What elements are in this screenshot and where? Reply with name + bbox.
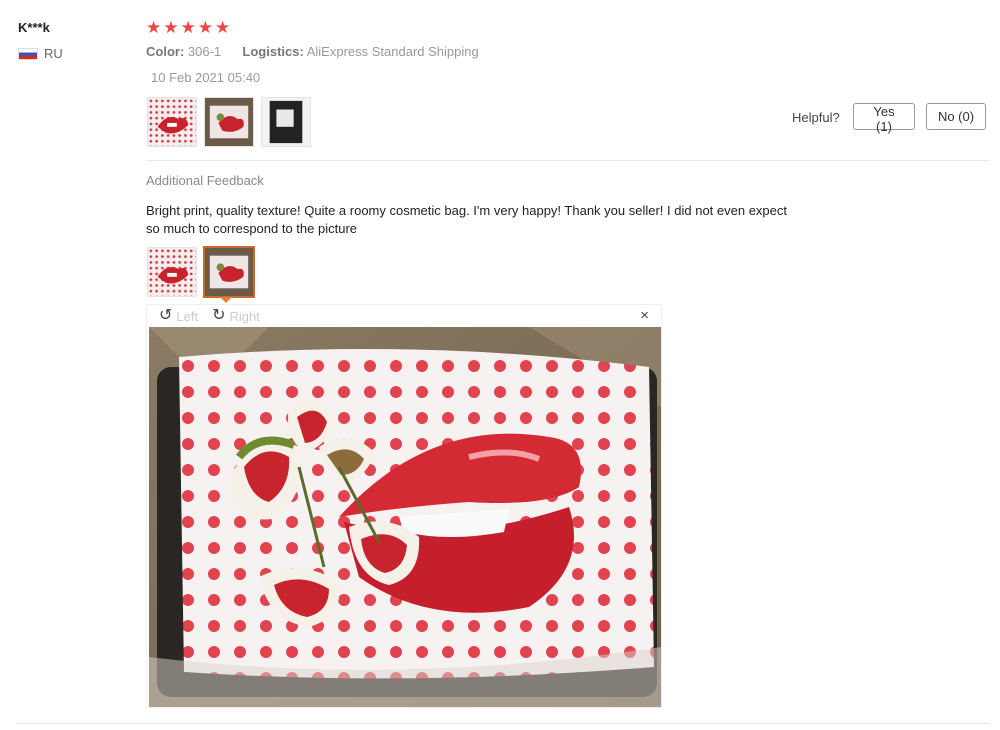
selected-thumbnail-caret (220, 297, 232, 303)
divider (146, 160, 990, 161)
image-viewer: ↺ Left ↻ Right × (146, 304, 662, 708)
enlarged-review-photo (149, 327, 661, 707)
star-icon: ★ (146, 18, 162, 37)
helpful-label: Helpful? (792, 110, 840, 125)
feedback-text-line: Bright print, quality texture! Quite a r… (146, 203, 787, 218)
star-rating: ★ ★ ★ ★ ★ (146, 18, 230, 38)
helpful-yes-button[interactable]: Yes (1) (853, 103, 915, 134)
reviewer-country: RU (18, 46, 63, 61)
rotate-right-icon: ↻ (212, 307, 226, 324)
review-photo-thumbnail[interactable] (147, 97, 197, 147)
viewer-toolbar: ↺ Left ↻ Right × (147, 305, 661, 327)
feedback-photo-thumbnail[interactable] (147, 247, 197, 297)
review-photo-thumbnail[interactable] (261, 97, 311, 147)
additional-feedback-title: Additional Feedback (146, 173, 264, 188)
rotate-right-label: Right (229, 308, 260, 324)
review-date: 10 Feb 2021 05:40 (151, 70, 261, 85)
rotate-left-button[interactable]: ↺ Left (159, 308, 198, 324)
russia-flag-icon (18, 47, 38, 60)
close-icon[interactable]: × (640, 307, 649, 324)
rotate-left-icon: ↺ (159, 307, 173, 324)
order-meta: Color: 306-1 Logistics: AliExpress Stand… (146, 44, 479, 59)
reviewer-name: K***k (18, 20, 50, 35)
star-icon: ★ (215, 18, 231, 37)
rotate-right-button[interactable]: ↻ Right (212, 308, 260, 324)
feedback-text-line: so much to correspond to the picture (146, 221, 358, 236)
additional-feedback-text: Bright print, quality texture! Quite a r… (146, 202, 851, 238)
feedback-photo-thumbnail-selected[interactable] (203, 246, 255, 298)
rotate-left-label: Left (176, 308, 199, 324)
review-photo-thumbnail[interactable] (204, 97, 254, 147)
logistics-label: Logistics: (242, 44, 304, 59)
color-label: Color: (146, 44, 185, 59)
logistics-value: AliExpress Standard Shipping (306, 44, 479, 59)
helpful-no-button[interactable]: No (0) (926, 103, 986, 130)
divider (16, 723, 990, 724)
star-icon: ★ (163, 18, 179, 37)
color-value: 306-1 (187, 44, 222, 59)
star-icon: ★ (197, 18, 213, 37)
star-icon: ★ (180, 18, 196, 37)
country-code: RU (44, 46, 63, 61)
